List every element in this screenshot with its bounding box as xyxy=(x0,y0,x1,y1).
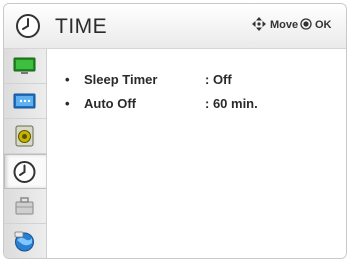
sidebar-item-time[interactable] xyxy=(4,154,46,189)
row-label: Sleep Timer xyxy=(84,72,158,87)
row-value: : Off xyxy=(205,72,232,87)
picture-icon xyxy=(13,57,36,74)
row-label: Auto Off xyxy=(84,96,136,111)
row-value: : 60 min. xyxy=(205,96,258,111)
sidebar-item-picture[interactable] xyxy=(4,49,46,84)
ok-hint-label: OK xyxy=(315,19,332,31)
audio-icon xyxy=(15,125,34,147)
bullet: • xyxy=(65,72,70,87)
channel-icon xyxy=(13,93,36,109)
bullet: • xyxy=(65,96,70,111)
sidebar-item-audio[interactable] xyxy=(4,119,46,154)
sidebar-item-channel[interactable] xyxy=(4,84,46,119)
sidebar-item-option[interactable] xyxy=(4,224,46,258)
menu-content: • Sleep Timer : Off • Auto Off : 60 min. xyxy=(47,49,346,258)
time-icon xyxy=(13,161,36,183)
category-sidebar xyxy=(4,49,47,258)
menu-row-auto-off[interactable]: • Auto Off : 60 min. xyxy=(47,96,346,118)
ok-button-icon xyxy=(300,18,312,30)
menu-header: TIME Move OK xyxy=(4,4,346,49)
option-globe-icon xyxy=(14,231,34,252)
clock-icon xyxy=(16,14,40,38)
lock-icon xyxy=(15,197,34,215)
sidebar-item-lock[interactable] xyxy=(4,189,46,224)
menu-row-sleep-timer[interactable]: • Sleep Timer : Off xyxy=(47,72,346,94)
time-menu-panel: TIME Move OK • Sleep Timer: Off • Auto … xyxy=(3,3,347,259)
page-title: TIME xyxy=(55,15,108,38)
move-arrows-icon xyxy=(252,17,266,31)
move-hint-label: Move xyxy=(270,19,299,31)
